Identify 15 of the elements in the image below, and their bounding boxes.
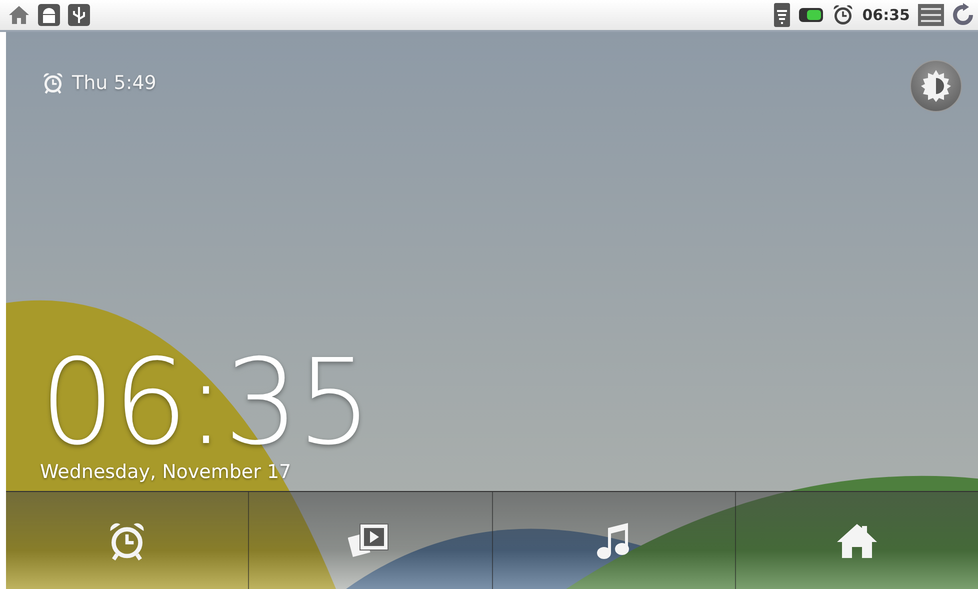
dock-button[interactable] [6,492,250,589]
battery-icon [798,7,824,23]
status-time: 06:35 [862,6,910,24]
alarm-clock-icon [832,4,854,26]
list-icon [918,4,944,26]
next-alarm-text: Thu 5:49 [72,72,156,94]
dock-button[interactable] [736,492,978,589]
dock-button[interactable] [249,492,492,589]
music-note-icon [596,522,632,560]
sync-icon [952,3,974,27]
home-icon [8,5,30,25]
alarm-clock-icon [42,72,64,94]
dock-button[interactable] [492,492,736,589]
sun-icon [919,69,953,103]
home-icon [836,522,878,560]
